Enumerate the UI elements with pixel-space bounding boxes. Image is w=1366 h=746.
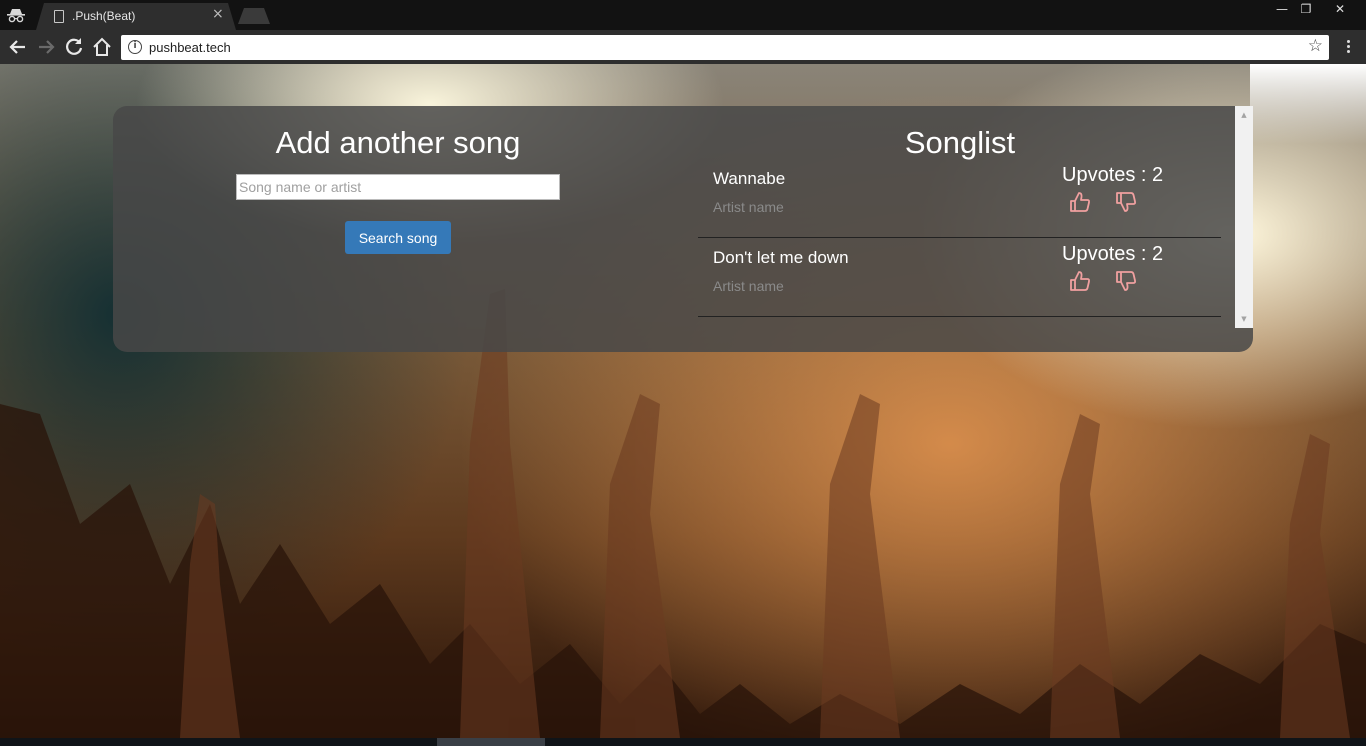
upvote-count: Upvotes : 2 — [1062, 243, 1164, 265]
thumbs-down-icon[interactable] — [1114, 190, 1138, 214]
page-icon — [54, 10, 64, 23]
close-tab-icon[interactable]: × — [212, 6, 224, 22]
minimize-button[interactable]: — — [1269, 0, 1295, 18]
songlist-section: Songlist Wannabe Artist name Upvotes : 2… — [683, 106, 1253, 330]
close-window-button[interactable]: ✕ — [1327, 0, 1353, 18]
restore-button[interactable]: ❐ — [1293, 0, 1319, 18]
address-bar[interactable]: i pushbeat.tech ☆ — [121, 35, 1329, 60]
thumbs-up-icon[interactable] — [1068, 269, 1092, 293]
upvote-count: Upvotes : 2 — [1062, 164, 1164, 186]
star-icon[interactable]: ☆ — [1308, 36, 1323, 56]
search-song-button[interactable]: Search song — [345, 221, 451, 254]
song-name: Don't let me down — [713, 248, 849, 267]
incognito-icon — [7, 9, 25, 23]
scroll-down-icon[interactable]: ▼ — [1235, 312, 1253, 326]
back-icon[interactable] — [6, 35, 30, 59]
artist-name: Artist name — [713, 199, 784, 215]
songlist-scrollbar[interactable]: ▲ ▼ — [1235, 106, 1253, 328]
scroll-up-icon[interactable]: ▲ — [1235, 108, 1253, 122]
forward-icon[interactable] — [34, 35, 58, 59]
thumbs-down-icon[interactable] — [1114, 269, 1138, 293]
url-text[interactable]: pushbeat.tech — [149, 40, 231, 55]
list-item: Don't let me down Artist name Upvotes : … — [698, 238, 1221, 317]
menu-icon[interactable] — [1340, 38, 1356, 58]
add-song-section: Add another song Search song — [113, 106, 683, 352]
artist-name: Artist name — [713, 278, 784, 294]
list-item: Wannabe Artist name Upvotes : 2 — [698, 159, 1221, 238]
reload-icon[interactable] — [62, 35, 86, 59]
tab-title: .Push(Beat) — [72, 9, 136, 23]
add-song-heading: Add another song — [275, 125, 521, 160]
song-search-input[interactable] — [236, 174, 560, 200]
taskbar — [0, 738, 1366, 746]
browser-tab-active[interactable]: .Push(Beat) × — [36, 3, 236, 30]
main-panel: Add another song Search song Songlist Wa… — [113, 106, 1253, 352]
song-name: Wannabe — [713, 169, 786, 188]
title-bar: .Push(Beat) × — ❐ ✕ — [0, 0, 1366, 30]
taskbar-active-app[interactable] — [437, 738, 545, 746]
page-background: Add another song Search song Songlist Wa… — [0, 64, 1366, 738]
info-icon[interactable]: i — [128, 40, 142, 54]
home-icon[interactable] — [90, 35, 114, 59]
new-tab-button[interactable] — [238, 8, 270, 24]
thumbs-up-icon[interactable] — [1068, 190, 1092, 214]
songlist-heading: Songlist — [904, 125, 1016, 160]
